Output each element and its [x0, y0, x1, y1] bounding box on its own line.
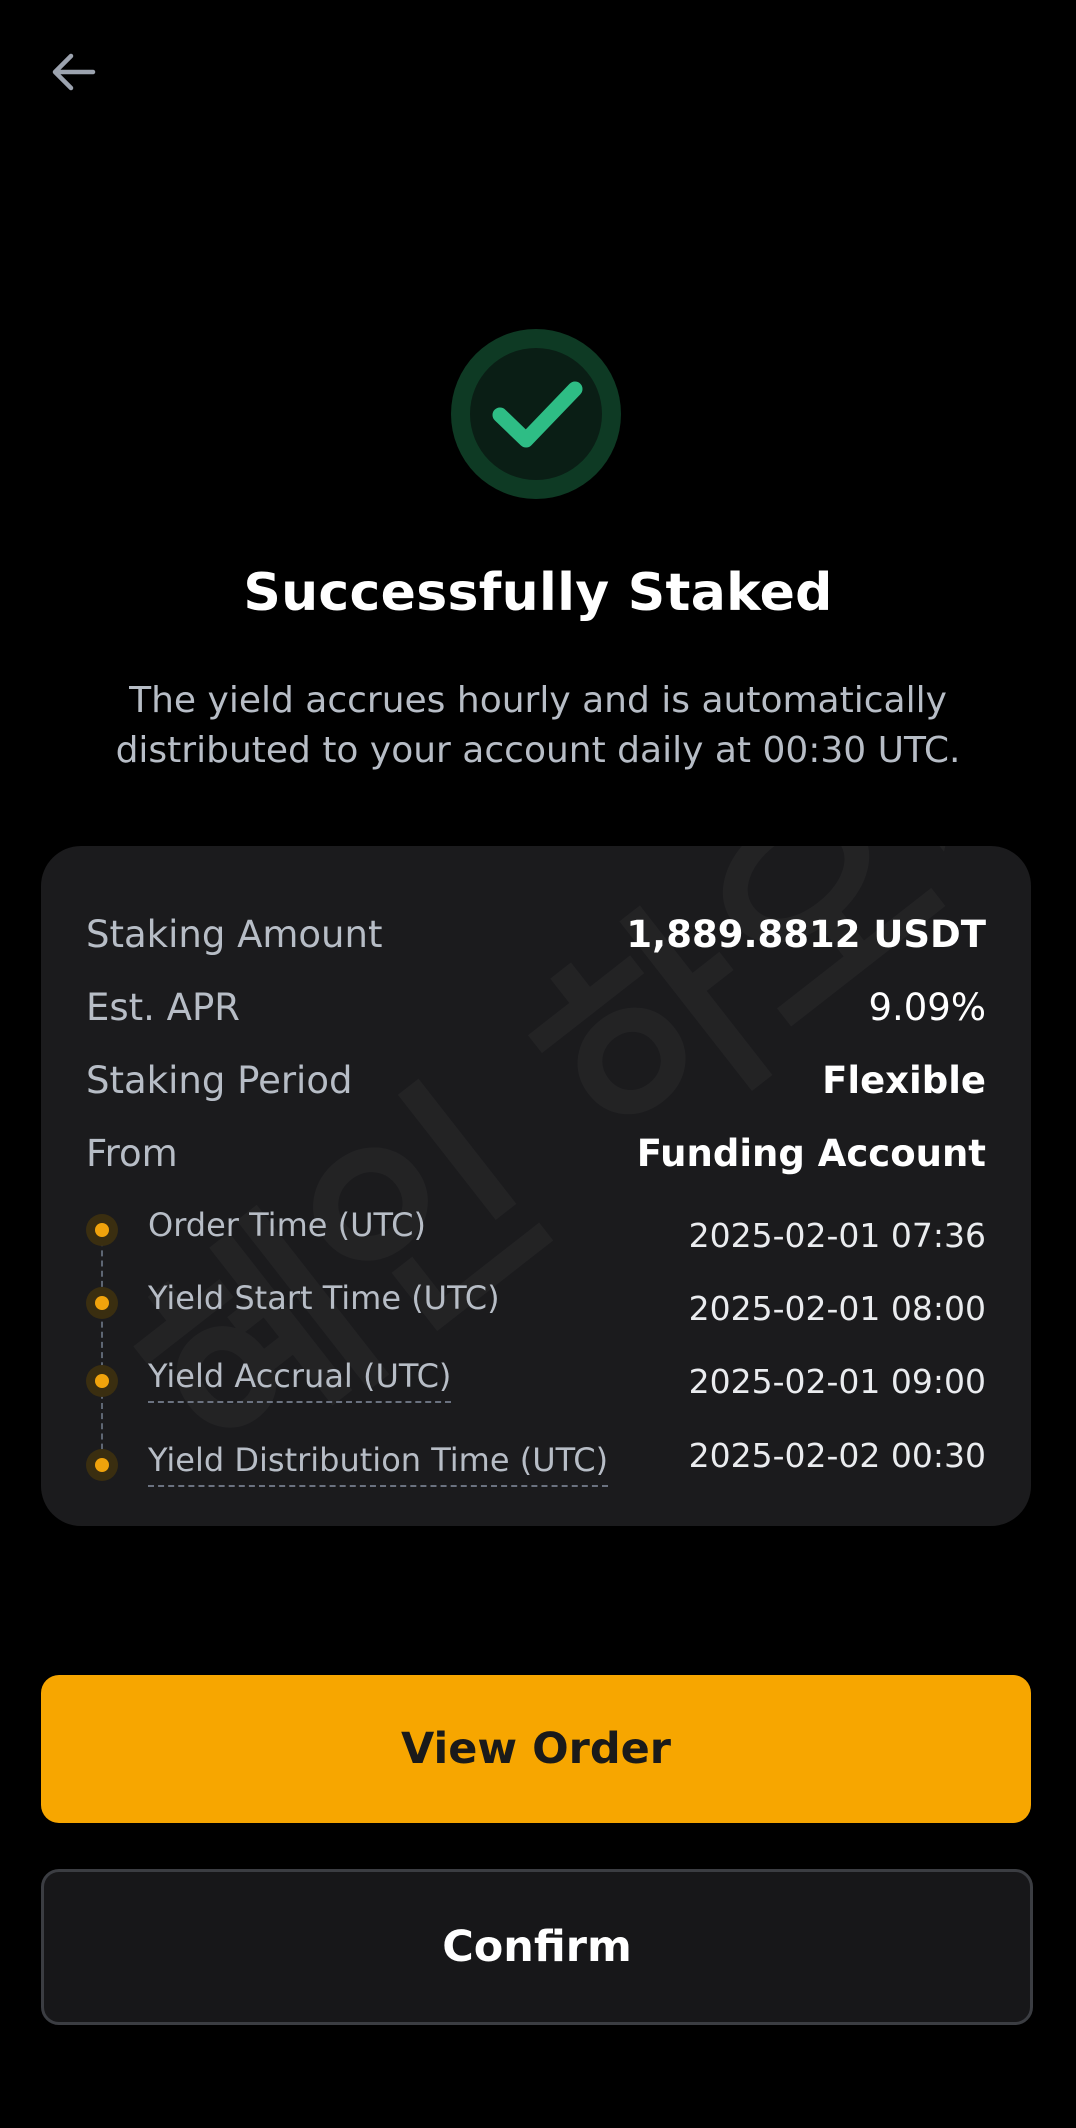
- detail-label: Staking Period: [86, 1058, 353, 1102]
- detail-value: Funding Account: [636, 1131, 986, 1175]
- arrow-left-icon: [52, 53, 96, 91]
- back-button[interactable]: [42, 40, 106, 104]
- detail-label: From: [86, 1131, 178, 1175]
- detail-row-staking-amount: Staking Amount 1,889.8812 USDT: [86, 904, 986, 964]
- timeline-value: 2025-02-01 08:00: [688, 1289, 986, 1328]
- timeline-value: 2025-02-01 07:36: [688, 1216, 986, 1255]
- page-title: Successfully Staked: [243, 563, 833, 623]
- timeline-label-tooltip[interactable]: Yield Distribution Time (UTC): [148, 1441, 609, 1487]
- check-circle-icon: [451, 329, 621, 499]
- timeline-item: Yield Start Time (UTC) 2025-02-01 08:00: [86, 1273, 986, 1329]
- detail-row-from: From Funding Account: [86, 1123, 986, 1183]
- status-description: The yield accrues hourly and is automati…: [115, 680, 961, 771]
- timeline-value: 2025-02-02 00:30: [688, 1436, 986, 1475]
- timeline-dot-icon: [86, 1449, 118, 1481]
- timeline-item: Order Time (UTC) 2025-02-01 07:36: [86, 1200, 986, 1256]
- timeline-value: 2025-02-01 09:00: [688, 1362, 986, 1401]
- timeline-dot-icon: [86, 1214, 118, 1246]
- detail-value: 1,889.8812 USDT: [626, 912, 986, 956]
- view-order-button[interactable]: View Order: [41, 1675, 1031, 1823]
- timeline-dot-icon: [86, 1365, 118, 1397]
- detail-label: Staking Amount: [86, 912, 383, 956]
- timeline-label: Order Time (UTC): [148, 1206, 426, 1244]
- timeline-label-tooltip[interactable]: Yield Accrual (UTC): [148, 1357, 452, 1403]
- confirm-button[interactable]: Confirm: [41, 1869, 1033, 2025]
- detail-row-staking-period: Staking Period Flexible: [86, 1050, 986, 1110]
- detail-row-est-apr: Est. APR 9.09%: [86, 977, 986, 1037]
- detail-value: 9.09%: [868, 985, 986, 1029]
- order-details-card: 혜인 하오~ Staking Amount 1,889.8812 USDT Es…: [41, 846, 1031, 1526]
- timeline-connector: [101, 1230, 103, 1470]
- timeline-item: Yield Accrual (UTC) 2025-02-01 09:00: [86, 1351, 986, 1407]
- timeline-dot-icon: [86, 1287, 118, 1319]
- detail-label: Est. APR: [86, 985, 241, 1029]
- detail-value: Flexible: [822, 1058, 986, 1102]
- timeline-item: Yield Distribution Time (UTC) 2025-02-02…: [86, 1435, 986, 1491]
- timeline-label: Yield Start Time (UTC): [148, 1279, 500, 1317]
